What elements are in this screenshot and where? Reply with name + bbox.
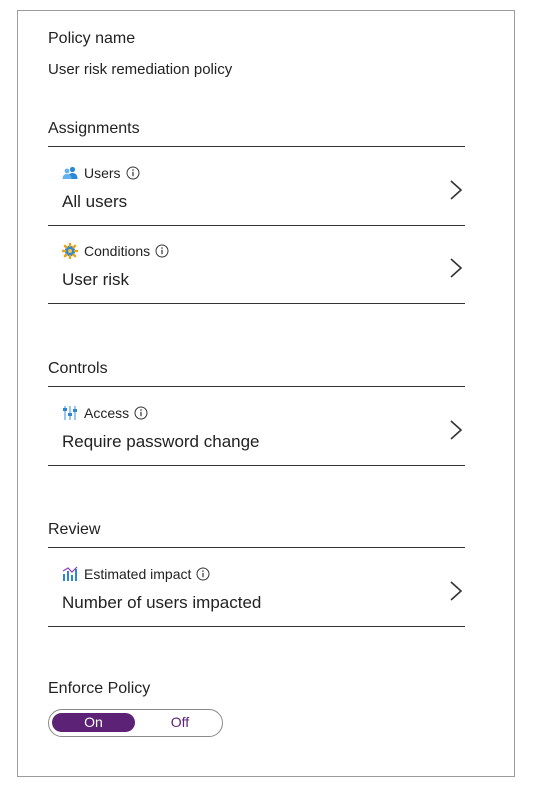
chevron-right-icon [449,257,463,279]
assignments-users-row[interactable]: Users All users [48,165,465,225]
conditions-label: Conditions [84,243,151,259]
divider [48,225,465,226]
access-label: Access [84,405,130,421]
users-value: All users [62,192,128,211]
row-header: Conditions [62,243,169,259]
chevron-right-icon [449,580,463,602]
info-icon[interactable] [196,567,210,581]
users-label: Users [84,165,121,181]
users-icon [62,165,78,181]
divider [48,386,465,387]
chart-icon [62,566,78,582]
review-estimated-impact-row[interactable]: Estimated impact Number of users impacte… [48,566,465,626]
controls-access-row[interactable]: Access Require password change [48,405,465,465]
controls-title: Controls [48,360,108,377]
toggle-off-option[interactable]: Off [145,713,215,732]
policy-name-label: Policy name [48,30,136,47]
access-controls-icon [62,405,78,421]
info-icon[interactable] [134,406,148,420]
toggle-on-option[interactable]: On [52,713,135,732]
conditions-icon [62,243,78,259]
chevron-right-icon [449,419,463,441]
row-header: Users [62,165,140,181]
row-header: Access [62,405,148,421]
info-icon[interactable] [155,244,169,258]
estimated-impact-value: Number of users impacted [62,593,262,612]
chevron-right-icon [449,179,463,201]
policy-name-value: User risk remediation policy [48,61,233,78]
info-icon[interactable] [126,166,140,180]
row-header: Estimated impact [62,566,210,582]
policy-panel: Policy name User risk remediation policy… [17,10,515,777]
assignments-conditions-row[interactable]: Conditions User risk [48,243,465,303]
divider [48,303,465,304]
divider [48,626,465,627]
access-value: Require password change [62,432,260,451]
enforce-policy-toggle[interactable]: On Off [48,709,223,737]
divider [48,465,465,466]
estimated-impact-label: Estimated impact [84,566,192,582]
divider [48,547,465,548]
conditions-value: User risk [62,270,130,289]
review-title: Review [48,521,101,538]
assignments-title: Assignments [48,120,140,137]
divider [48,146,465,147]
enforce-policy-label: Enforce Policy [48,680,151,697]
